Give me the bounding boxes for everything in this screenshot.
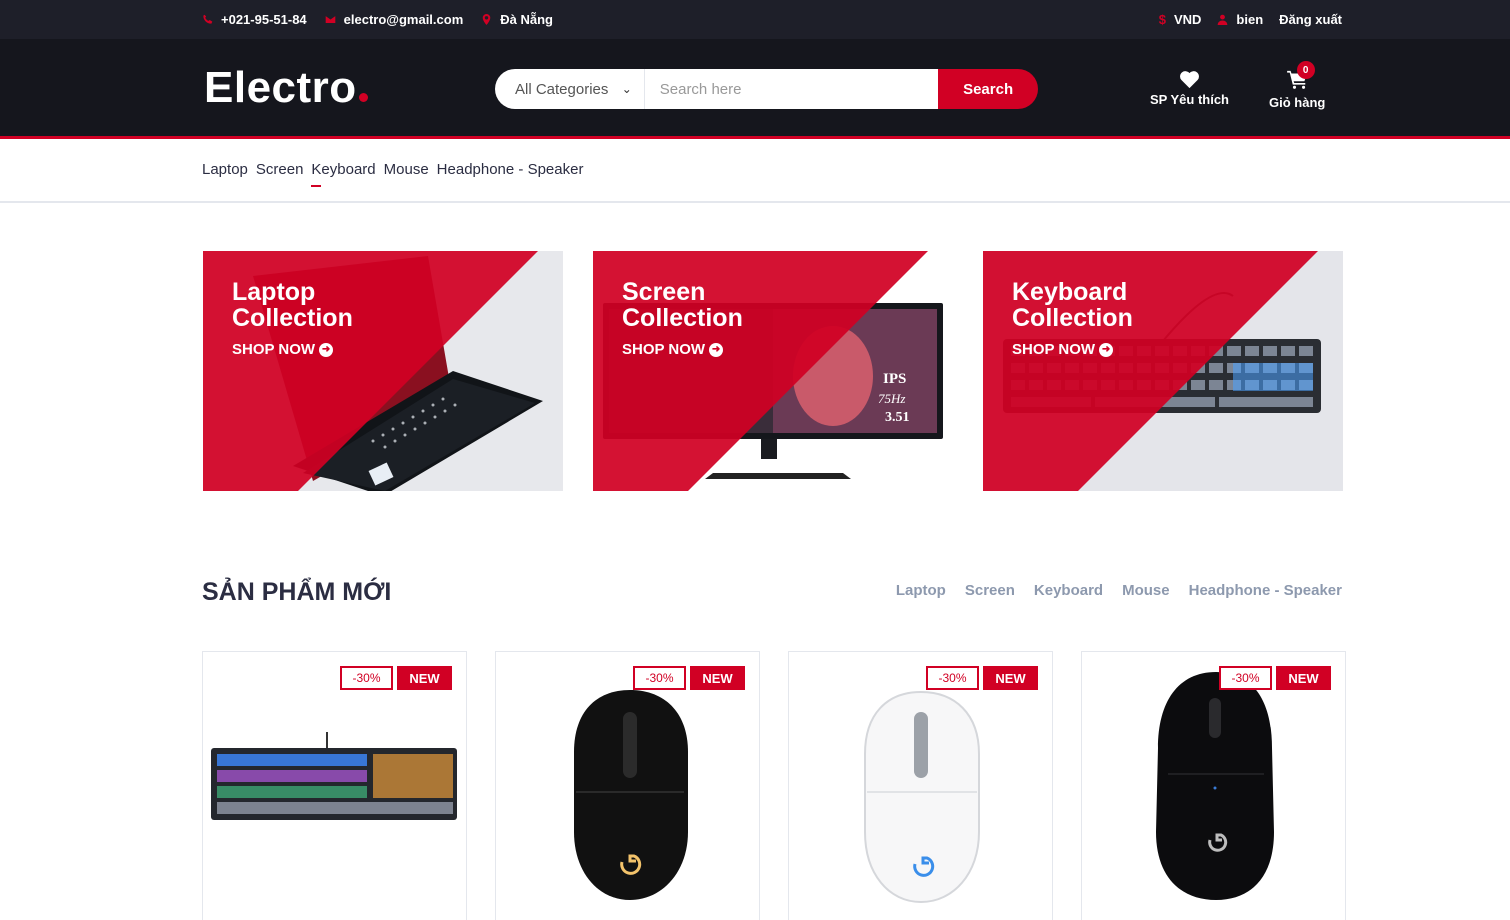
top-bar: +021-95-51-84 electro@gmail.com Đà Nẵng … xyxy=(0,0,1510,39)
product-image-keyboard xyxy=(211,732,457,820)
category-select-value: All Categories xyxy=(515,80,609,98)
phone-link[interactable]: +021-95-51-84 xyxy=(202,12,307,27)
email-link[interactable]: electro@gmail.com xyxy=(325,12,464,27)
nav-item-screen[interactable]: Screen xyxy=(256,161,304,184)
product-image-mouse-white xyxy=(864,690,980,904)
sale-badge: -30% xyxy=(633,666,686,690)
tab-laptop[interactable]: Laptop xyxy=(896,582,946,599)
product-labels: -30% NEW xyxy=(336,666,452,690)
new-badge: NEW xyxy=(397,666,452,690)
category-select[interactable]: All Categories ⌄ xyxy=(495,69,645,109)
chevron-down-icon: ⌄ xyxy=(621,82,632,96)
main-header: Electro All Categories ⌄ Search SP Yêu t… xyxy=(0,39,1510,139)
tab-keyboard[interactable]: Keyboard xyxy=(1034,582,1103,599)
collection-title: Laptop Collection xyxy=(232,278,353,332)
collection-title: Keyboard Collection xyxy=(1012,278,1133,332)
location-text: Đà Nẵng xyxy=(500,12,553,27)
currency-text: VND xyxy=(1173,12,1202,27)
shop-now-link[interactable]: SHOP NOW ➜ xyxy=(622,341,743,358)
category-nav: Laptop Screen Keyboard Mouse Headphone -… xyxy=(0,139,1510,203)
location-link[interactable]: Đà Nẵng xyxy=(481,12,553,27)
product-card[interactable]: -30% NEW xyxy=(1081,651,1346,920)
section-tabs: Laptop Screen Keyboard Mouse Headphone -… xyxy=(877,582,1342,599)
logo-text: Electro xyxy=(204,63,357,112)
logo[interactable]: Electro xyxy=(204,63,368,113)
new-badge: NEW xyxy=(1276,666,1331,690)
sale-badge: -30% xyxy=(1219,666,1272,690)
nav-item-headphone-speaker[interactable]: Headphone - Speaker xyxy=(437,161,584,184)
product-card[interactable]: -30% NEW xyxy=(495,651,760,920)
product-labels: -30% NEW xyxy=(922,666,1038,690)
collection-text: Laptop Collection SHOP NOW ➜ xyxy=(232,279,353,358)
wishlist-label: SP Yêu thích xyxy=(1150,92,1229,107)
collection-text: Keyboard Collection SHOP NOW ➜ xyxy=(1012,279,1133,358)
product-card[interactable]: -30% NEW xyxy=(202,651,467,920)
user-account-link[interactable]: bien xyxy=(1217,12,1263,27)
phone-icon xyxy=(202,14,213,25)
cart-count-badge: 0 xyxy=(1296,61,1315,79)
arrow-circle-right-icon: ➜ xyxy=(1099,342,1114,357)
sale-badge: -30% xyxy=(340,666,393,690)
arrow-circle-right-icon: ➜ xyxy=(709,342,724,357)
product-labels: -30% NEW xyxy=(629,666,745,690)
logout-link[interactable]: Đăng xuất xyxy=(1279,12,1342,27)
product-image-mouse-pro xyxy=(1156,672,1274,900)
laptop-collection-banner[interactable]: Laptop Collection SHOP NOW ➜ xyxy=(203,251,563,491)
shop-now-link[interactable]: SHOP NOW ➜ xyxy=(232,341,353,358)
search-input[interactable] xyxy=(644,69,939,109)
phone-number: +021-95-51-84 xyxy=(221,12,307,27)
currency-link[interactable]: $ VND xyxy=(1159,12,1202,27)
logout-label: Đăng xuất xyxy=(1279,12,1342,27)
arrow-circle-right-icon: ➜ xyxy=(319,342,334,357)
dollar-icon: $ xyxy=(1158,12,1166,27)
keyboard-collection-banner[interactable]: Keyboard Collection SHOP NOW ➜ xyxy=(983,251,1343,491)
username: bien xyxy=(1236,12,1264,27)
map-marker-icon xyxy=(481,14,492,25)
email-address: electro@gmail.com xyxy=(343,12,464,27)
tab-screen[interactable]: Screen xyxy=(965,582,1015,599)
nav-item-mouse[interactable]: Mouse xyxy=(384,161,429,184)
collection-text: Screen Collection SHOP NOW ➜ xyxy=(622,279,743,358)
product-card[interactable]: -30% NEW xyxy=(788,651,1053,920)
new-badge: NEW xyxy=(983,666,1038,690)
new-badge: NEW xyxy=(690,666,745,690)
shop-now-link[interactable]: SHOP NOW ➜ xyxy=(1012,341,1133,358)
section-title: SẢN PHẨM MỚI xyxy=(202,578,392,606)
sale-badge: -30% xyxy=(926,666,979,690)
user-icon xyxy=(1217,14,1228,25)
cart-label: Giỏ hàng xyxy=(1269,95,1326,110)
tab-headphone-speaker[interactable]: Headphone - Speaker xyxy=(1189,582,1342,599)
tab-mouse[interactable]: Mouse xyxy=(1122,582,1170,599)
collection-title: Screen Collection xyxy=(622,278,743,332)
heart-icon xyxy=(1180,71,1199,89)
envelope-icon xyxy=(325,14,336,25)
screen-collection-banner[interactable]: IPS 75Hz 3.51 Screen Collection SHOP NOW ➜ xyxy=(593,251,953,491)
product-labels: -30% NEW xyxy=(1215,666,1331,690)
cart-link[interactable]: 0 Giỏ hàng xyxy=(1269,61,1326,110)
logo-dot xyxy=(358,93,368,102)
search-form: All Categories ⌄ Search xyxy=(495,69,1038,109)
wishlist-link[interactable]: SP Yêu thích xyxy=(1150,70,1229,107)
nav-item-laptop[interactable]: Laptop xyxy=(202,161,248,184)
nav-item-keyboard[interactable]: Keyboard xyxy=(311,161,376,187)
search-button[interactable]: Search xyxy=(938,69,1038,109)
product-image-mouse-black xyxy=(574,690,688,900)
